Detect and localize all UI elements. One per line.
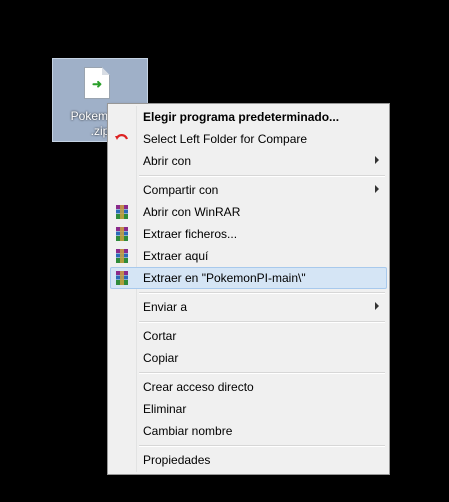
winrar-icon bbox=[116, 249, 128, 263]
menu-item-send-to[interactable]: Enviar a bbox=[110, 296, 387, 318]
menu-item-create-shortcut[interactable]: Crear acceso directo bbox=[110, 376, 387, 398]
menu-item-open-with[interactable]: Abrir con bbox=[110, 150, 387, 172]
menu-item-cut[interactable]: Cortar bbox=[110, 325, 387, 347]
zip-file-icon: ➜ bbox=[84, 67, 110, 99]
context-menu: Elegir programa predeterminado... Select… bbox=[107, 103, 390, 475]
green-arrow-icon: ➜ bbox=[92, 77, 103, 91]
submenu-arrow-icon bbox=[375, 302, 379, 310]
menu-item-properties[interactable]: Propiedades bbox=[110, 449, 387, 471]
submenu-arrow-icon bbox=[375, 185, 379, 193]
winrar-icon bbox=[116, 271, 128, 285]
menu-item-default-program[interactable]: Elegir programa predeterminado... bbox=[110, 106, 387, 128]
menu-separator bbox=[139, 372, 385, 374]
winrar-icon bbox=[116, 227, 128, 241]
menu-item-delete[interactable]: Eliminar bbox=[110, 398, 387, 420]
compare-undo-icon bbox=[115, 134, 129, 140]
menu-item-copy[interactable]: Copiar bbox=[110, 347, 387, 369]
menu-item-extract-here[interactable]: Extraer aquí bbox=[110, 245, 387, 267]
submenu-arrow-icon bbox=[375, 156, 379, 164]
menu-separator bbox=[139, 175, 385, 177]
menu-separator bbox=[139, 292, 385, 294]
menu-separator bbox=[139, 321, 385, 323]
menu-item-extract-files[interactable]: Extraer ficheros... bbox=[110, 223, 387, 245]
menu-item-extract-to-folder[interactable]: Extraer en "PokemonPI-main\" bbox=[110, 267, 387, 289]
menu-item-share-with[interactable]: Compartir con bbox=[110, 179, 387, 201]
menu-item-rename[interactable]: Cambiar nombre bbox=[110, 420, 387, 442]
menu-item-open-with-winrar[interactable]: Abrir con WinRAR bbox=[110, 201, 387, 223]
menu-item-compare-left-folder[interactable]: Select Left Folder for Compare bbox=[110, 128, 387, 150]
winrar-icon bbox=[116, 205, 128, 219]
menu-separator bbox=[139, 445, 385, 447]
